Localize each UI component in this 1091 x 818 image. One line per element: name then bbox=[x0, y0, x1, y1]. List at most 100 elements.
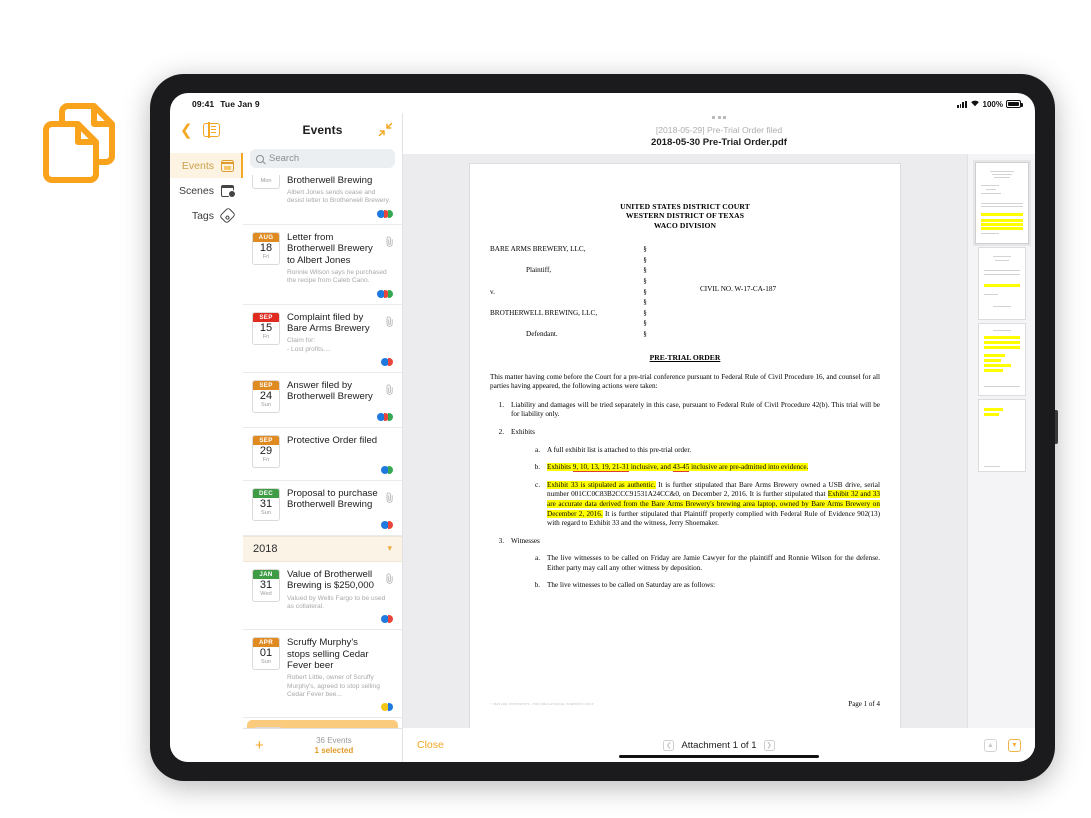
page-scroll-area[interactable]: UNITED STATES DISTRICT COURT WESTERN DIS… bbox=[403, 154, 967, 731]
list-item[interactable]: SEP 29 Fri Protective Order filed bbox=[243, 428, 402, 481]
page-title: Events bbox=[302, 123, 343, 137]
list-item[interactable]: APR 01 Sun Scruffy Murphy's stops sellin… bbox=[243, 630, 402, 719]
list-marker: a. bbox=[535, 554, 540, 563]
event-title: Letter from Brotherwell Brewery to Alber… bbox=[287, 231, 373, 266]
ordered-list: 1. Liability and damages will be tried s… bbox=[490, 401, 880, 591]
events-list: Mon Brotherwell Brewing Albert Jones sen… bbox=[243, 175, 402, 728]
page-number: Page 1 of 4 bbox=[848, 700, 880, 708]
court-line: WESTERN DISTRICT OF TEXAS bbox=[625, 211, 745, 221]
plaintiff-name: BARE ARMS BREWERY, LLC, bbox=[490, 245, 586, 254]
event-status-dots bbox=[287, 357, 393, 366]
list-text-highlighted: Exhibits 9, 10, 13, 19, 21-31 inclusive,… bbox=[547, 463, 880, 473]
chevron-up-icon[interactable]: ▲ bbox=[984, 738, 997, 752]
list-item[interactable]: Mon Brotherwell Brewing Albert Jones sen… bbox=[243, 175, 402, 225]
scenes-icon bbox=[221, 184, 236, 198]
document-event-label: [2018-05-29] Pre-Trial Order filed bbox=[655, 125, 783, 135]
event-status-dots bbox=[287, 465, 393, 474]
split-view-icon[interactable] bbox=[202, 122, 220, 138]
thumbnail-page-4[interactable] bbox=[977, 399, 1026, 472]
event-status-dots bbox=[287, 520, 393, 529]
date-weekday: Sun bbox=[261, 402, 271, 409]
thumbnail-panel[interactable] bbox=[967, 154, 1035, 728]
date-day: 31 bbox=[259, 579, 273, 592]
event-title: Scruffy Murphy's stops selling Cedar Fev… bbox=[287, 637, 369, 672]
list-text: The live witnesses to be called on Satur… bbox=[547, 581, 716, 590]
thumbnail-page-2[interactable] bbox=[977, 247, 1026, 320]
events-count-block: 36 Events 1 selected bbox=[278, 736, 390, 756]
date-day: 18 bbox=[259, 241, 273, 254]
sidebar-item-scenes[interactable]: Scenes bbox=[170, 178, 243, 203]
defendant-name: BROTHERWELL BREWING, LLC, bbox=[490, 308, 598, 317]
list-item[interactable]: SEP 15 Fri Complaint filed by Bare Arms … bbox=[243, 305, 402, 373]
sidebar-item-events[interactable]: Events bbox=[170, 153, 243, 178]
date-weekday: Fri bbox=[262, 333, 270, 340]
date-chip: Mon bbox=[252, 175, 280, 189]
case-number: CIVIL NO. W-17-CA-187 bbox=[700, 285, 777, 294]
underlined-exhibits: 43-45 bbox=[672, 463, 690, 473]
defendant-role: Defendant. bbox=[526, 329, 558, 338]
year-divider[interactable]: 2018 ▾ bbox=[243, 535, 402, 562]
list-text: Liability and damages will be tried sepa… bbox=[511, 400, 880, 419]
collapse-diagonal-icon[interactable] bbox=[378, 122, 393, 137]
date-chip: JAN 31 Wed bbox=[252, 568, 280, 602]
date-weekday: Mon bbox=[260, 178, 272, 184]
attachment-label: Attachment 1 of 1 bbox=[681, 739, 757, 751]
events-scroll-area[interactable]: Mon Brotherwell Brewing Albert Jones sen… bbox=[243, 175, 402, 728]
text-run: inclusive, and bbox=[629, 463, 673, 472]
paperclip-icon bbox=[386, 571, 394, 584]
chevron-left-icon[interactable]: ❮ bbox=[180, 123, 193, 138]
date-chip: SEP 29 Fri bbox=[252, 435, 280, 469]
drag-handle-icon[interactable] bbox=[711, 116, 727, 120]
list-item[interactable]: JAN 31 Wed Value of Brotherwell Brewing … bbox=[243, 562, 402, 631]
tablet-device: 09:41 Tue Jan 9 100% ❮ Events Scenes Tag… bbox=[150, 74, 1058, 781]
sidebar-item-tags[interactable]: Tags bbox=[170, 203, 243, 228]
list-marker: b. bbox=[534, 463, 540, 472]
home-indicator bbox=[619, 754, 819, 758]
list-item-2: 2. Exhibits bbox=[490, 428, 880, 438]
date-chip: SEP 15 Fri bbox=[252, 311, 280, 345]
chevron-down-icon[interactable]: ▾ bbox=[387, 543, 392, 554]
court-line: WACO DIVISION bbox=[653, 220, 717, 230]
thumbnail-page-1[interactable] bbox=[974, 162, 1029, 244]
thumbnail-page-3[interactable] bbox=[977, 323, 1026, 396]
chevron-down-icon[interactable]: ▼ bbox=[1008, 738, 1021, 752]
sidebar-item-label: Events bbox=[181, 159, 214, 172]
event-status-dots bbox=[287, 615, 393, 624]
prev-attachment-button[interactable]: ❮ bbox=[663, 739, 675, 751]
search-container: Search bbox=[243, 147, 402, 175]
event-title: Answer filed by Brotherwell Brewery bbox=[287, 379, 373, 403]
list-item[interactable]: SEP 24 Sun Answer filed by Brotherwell B… bbox=[243, 373, 402, 429]
list-item[interactable]: DEC 31 Sun Proposal to purchase Brotherw… bbox=[243, 481, 402, 536]
date-month: APR bbox=[253, 638, 279, 648]
plaintiff-role: Plaintiff, bbox=[526, 266, 552, 275]
close-button[interactable]: Close bbox=[417, 739, 444, 751]
wifi-icon bbox=[970, 99, 980, 109]
plus-icon[interactable]: + bbox=[255, 738, 264, 753]
paperclip-icon bbox=[386, 234, 394, 247]
tag-icon bbox=[219, 207, 236, 224]
events-total-count: 36 Events bbox=[316, 735, 352, 745]
copyright-footer: © BAYLOR UNIVERSITY - FOR EDUCATIONAL PU… bbox=[490, 702, 594, 706]
list-text: Witnesses bbox=[511, 536, 540, 545]
event-status-dots bbox=[287, 413, 393, 422]
year-label: 2018 bbox=[253, 542, 278, 555]
events-selected-count: 1 selected bbox=[314, 745, 354, 755]
battery-full-icon bbox=[1006, 100, 1023, 108]
date-chip: DEC 31 Sun bbox=[252, 487, 280, 521]
date-weekday: Fri bbox=[262, 457, 270, 464]
status-date: Tue Jan 9 bbox=[220, 99, 260, 109]
date-chip: APR 01 Sun bbox=[252, 637, 280, 671]
event-title: Pre-Trial Order filed bbox=[289, 727, 391, 728]
footer-right-buttons: ▲ ▼ bbox=[984, 738, 1021, 752]
list-item-selected[interactable]: MAY 29 Tue Pre-Trial Order filed Hon. Co… bbox=[247, 720, 398, 728]
document-file-name: 2018-05-30 Pre-Trial Order.pdf bbox=[651, 137, 787, 148]
event-subtitle: Ronnie Wilson says he purchased the reci… bbox=[287, 268, 387, 285]
list-item-2c: c. Exhibit 33 is stipulated as authentic… bbox=[490, 480, 880, 529]
tablet-screen: 09:41 Tue Jan 9 100% ❮ Events Scenes Tag… bbox=[170, 93, 1035, 762]
date-day: 15 bbox=[259, 321, 273, 334]
search-input[interactable]: Search bbox=[250, 149, 395, 168]
list-item[interactable]: AUG 18 Fri Letter from Brotherwell Brewe… bbox=[243, 225, 402, 305]
document-body: UNITED STATES DISTRICT COURT WESTERN DIS… bbox=[403, 154, 1035, 731]
next-attachment-button[interactable]: ❯ bbox=[763, 739, 775, 751]
list-text: A full exhibit list is attached to this … bbox=[547, 445, 692, 454]
